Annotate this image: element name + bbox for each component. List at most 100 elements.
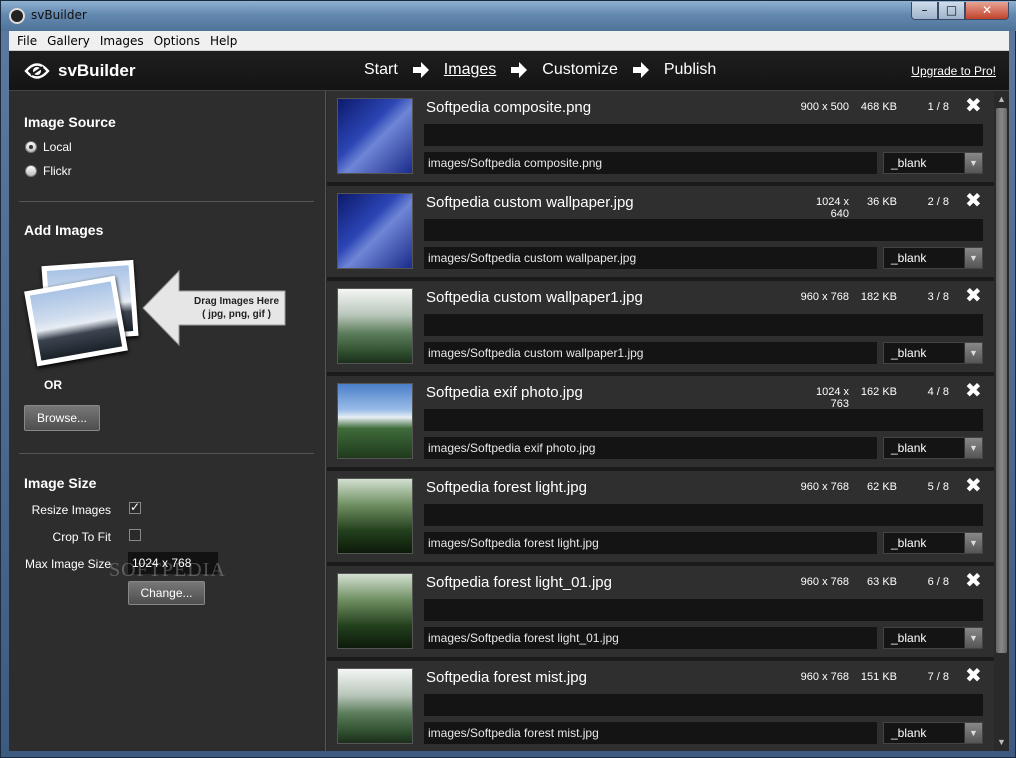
image-file-size: 151 KB (860, 671, 897, 683)
image-thumbnail[interactable] (337, 98, 413, 174)
maximize-button[interactable]: □ (938, 2, 965, 20)
remove-image-icon[interactable]: ✖ (965, 568, 982, 592)
image-dimensions: 960 x 768 (800, 291, 849, 303)
image-index: 2 / 8 (927, 196, 949, 208)
image-file-size: 62 KB (867, 481, 897, 493)
image-caption-input[interactable] (424, 504, 983, 526)
radio-selected-icon (25, 141, 37, 153)
app-content: svBuilder Start Images Customize Publish… (9, 51, 1009, 751)
image-thumbnail[interactable] (337, 193, 413, 269)
menu-bar: File Gallery Images Options Help (9, 31, 1009, 51)
menu-gallery[interactable]: Gallery (42, 34, 95, 48)
remove-image-icon[interactable]: ✖ (965, 378, 982, 402)
image-thumbnail[interactable] (337, 478, 413, 554)
window-controls: – □ ✕ (911, 2, 1009, 20)
image-row: Softpedia custom wallpaper1.jpg 960 x 76… (327, 281, 994, 374)
scroll-up-icon[interactable]: ▲ (995, 93, 1008, 106)
image-file-size: 63 KB (867, 576, 897, 588)
crop-to-fit-checkbox[interactable] (129, 529, 141, 541)
image-caption-input[interactable] (424, 694, 983, 716)
image-dimensions: 960 x 768 (800, 576, 849, 588)
chevron-down-icon[interactable]: ▼ (964, 438, 982, 458)
image-thumbnail[interactable] (337, 668, 413, 744)
link-target-value: _blank (891, 251, 927, 265)
image-thumbnail[interactable] (337, 288, 413, 364)
image-name: Softpedia composite.png (426, 99, 592, 116)
remove-image-icon[interactable]: ✖ (965, 188, 982, 212)
menu-options[interactable]: Options (149, 34, 205, 48)
minimize-button[interactable]: – (911, 2, 938, 20)
link-target-value: _blank (891, 631, 927, 645)
logo-eye-icon (24, 63, 50, 79)
vertical-scrollbar[interactable]: ▲ ▼ (994, 91, 1009, 751)
image-file-size: 468 KB (860, 101, 897, 113)
upgrade-link[interactable]: Upgrade to Pro! (911, 64, 996, 78)
image-caption-input[interactable] (424, 599, 983, 621)
image-caption-input[interactable] (424, 124, 983, 146)
image-link-input[interactable]: images/Softpedia forest light_01.jpg (424, 627, 877, 649)
change-size-button[interactable]: Change... (128, 581, 205, 605)
image-caption-input[interactable] (424, 219, 983, 241)
scroll-thumb[interactable] (996, 108, 1007, 653)
link-target-select[interactable]: _blank ▼ (883, 152, 983, 174)
menu-help[interactable]: Help (205, 34, 242, 48)
browse-button[interactable]: Browse... (24, 405, 100, 431)
chevron-down-icon[interactable]: ▼ (964, 533, 982, 553)
image-file-size: 182 KB (860, 291, 897, 303)
link-target-select[interactable]: _blank ▼ (883, 627, 983, 649)
image-row: Softpedia exif photo.jpg 1024 x 763 162 … (327, 376, 994, 469)
remove-image-icon[interactable]: ✖ (965, 283, 982, 307)
image-link-input[interactable]: images/Softpedia composite.png (424, 152, 877, 174)
remove-image-icon[interactable]: ✖ (965, 473, 982, 497)
link-target-value: _blank (891, 346, 927, 360)
close-button[interactable]: ✕ (965, 2, 1009, 20)
link-target-select[interactable]: _blank ▼ (883, 247, 983, 269)
section-divider (19, 201, 314, 202)
image-link-input[interactable]: images/Softpedia forest light.jpg (424, 532, 877, 554)
source-flickr-radio[interactable]: Flickr (25, 164, 72, 178)
image-thumbnail[interactable] (337, 383, 413, 459)
remove-image-icon[interactable]: ✖ (965, 663, 982, 687)
image-caption-input[interactable] (424, 314, 983, 336)
chevron-down-icon[interactable]: ▼ (964, 723, 982, 743)
app-eye-icon (9, 8, 25, 24)
remove-image-icon[interactable]: ✖ (965, 93, 982, 117)
scroll-down-icon[interactable]: ▼ (995, 736, 1008, 749)
window-title: svBuilder (31, 8, 87, 22)
image-index: 3 / 8 (927, 291, 949, 303)
chevron-down-icon[interactable]: ▼ (964, 153, 982, 173)
image-drop-zone[interactable]: Drag Images Here ( jpg, png, gif ) (24, 259, 289, 371)
image-name: Softpedia custom wallpaper.jpg (426, 194, 634, 211)
image-thumbnail[interactable] (337, 573, 413, 649)
image-link-input[interactable]: images/Softpedia exif photo.jpg (424, 437, 877, 459)
resize-images-checkbox[interactable] (129, 500, 141, 514)
link-target-select[interactable]: _blank ▼ (883, 342, 983, 364)
menu-images[interactable]: Images (95, 34, 149, 48)
menu-file[interactable]: File (12, 34, 42, 48)
step-start[interactable]: Start (364, 61, 398, 79)
link-target-select[interactable]: _blank ▼ (883, 532, 983, 554)
image-row: Softpedia forest mist.jpg 960 x 768 151 … (327, 661, 994, 751)
resize-images-label: Resize Images (31, 503, 111, 517)
image-file-size: 36 KB (867, 196, 897, 208)
chevron-down-icon[interactable]: ▼ (964, 628, 982, 648)
link-target-select[interactable]: _blank ▼ (883, 437, 983, 459)
add-images-title: Add Images (24, 222, 104, 238)
source-local-radio[interactable]: Local (25, 140, 72, 154)
step-customize[interactable]: Customize (542, 61, 618, 79)
image-link-input[interactable]: images/Softpedia custom wallpaper1.jpg (424, 342, 877, 364)
arrow-right-icon (412, 62, 429, 78)
step-images[interactable]: Images (444, 61, 496, 79)
or-label: OR (44, 378, 62, 392)
image-link-input[interactable]: images/Softpedia custom wallpaper.jpg (424, 247, 877, 269)
image-index: 7 / 8 (927, 671, 949, 683)
image-link-input[interactable]: images/Softpedia forest mist.jpg (424, 722, 877, 744)
chevron-down-icon[interactable]: ▼ (964, 248, 982, 268)
arrow-right-icon (632, 62, 649, 78)
title-bar[interactable]: svBuilder – □ ✕ (1, 1, 1016, 31)
image-caption-input[interactable] (424, 409, 983, 431)
step-publish[interactable]: Publish (664, 61, 716, 79)
chevron-down-icon[interactable]: ▼ (964, 343, 982, 363)
link-target-select[interactable]: _blank ▼ (883, 722, 983, 744)
image-dimensions: 1024 x 640 (815, 196, 849, 220)
